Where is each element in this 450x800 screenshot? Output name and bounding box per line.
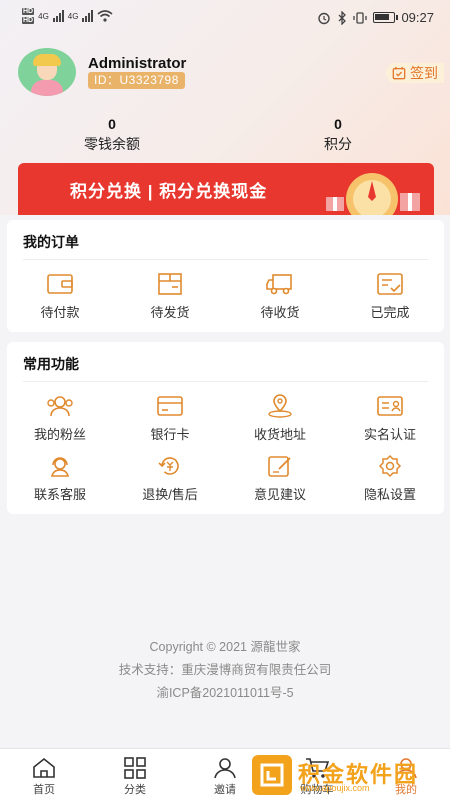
settings-icon xyxy=(378,454,402,478)
order-pending-receipt[interactable]: 待收货 xyxy=(230,272,330,321)
points-value: 0 xyxy=(334,116,342,132)
divider xyxy=(23,259,428,260)
truck-icon xyxy=(266,274,292,295)
icp-text[interactable]: 渝ICP备2021011011号-5 xyxy=(0,682,450,701)
points-stat[interactable]: 0 积分 xyxy=(278,116,398,154)
gift-wheel-icon xyxy=(326,173,420,215)
signal-icon xyxy=(82,10,94,22)
function-label: 联系客服 xyxy=(33,487,86,502)
tab-home[interactable]: 首页 xyxy=(14,757,74,797)
network-type: 4G xyxy=(67,11,79,21)
hd-badge: HD xyxy=(22,8,35,15)
order-label: 待收货 xyxy=(260,305,300,320)
function-bank-card[interactable]: 银行卡 xyxy=(120,394,220,443)
function-label: 隐私设置 xyxy=(363,487,416,502)
clock: 09:27 xyxy=(401,10,434,25)
watermark-logo-icon xyxy=(260,763,284,787)
wifi-icon xyxy=(97,10,113,22)
signin-button[interactable]: 签到 xyxy=(386,63,444,83)
function-address[interactable]: 收货地址 xyxy=(230,394,330,443)
bank-card-icon xyxy=(157,396,183,416)
invite-icon xyxy=(214,758,236,779)
wallet-icon xyxy=(47,274,73,294)
functions-title: 常用功能 xyxy=(23,356,79,372)
order-pending-shipment[interactable]: 待发货 xyxy=(120,272,220,321)
tab-label: 分类 xyxy=(124,784,146,796)
balance-label: 零钱余额 xyxy=(84,136,140,152)
fans-icon xyxy=(47,396,73,417)
points-exchange-banner[interactable]: 积分兑换 | 积分兑换现金 xyxy=(18,163,434,215)
function-label: 银行卡 xyxy=(150,427,190,442)
orders-card: 我的订单 待付款 待发货 待收货 已完成 xyxy=(7,220,444,332)
network-type: 4G xyxy=(38,11,49,21)
box-icon xyxy=(158,273,182,295)
divider xyxy=(23,381,428,382)
feedback-icon xyxy=(268,456,291,477)
customer-service-icon xyxy=(50,457,70,477)
order-label: 待付款 xyxy=(40,305,80,320)
order-label: 已完成 xyxy=(370,305,410,320)
banner-text: 积分兑换 | 积分兑换现金 xyxy=(70,182,268,201)
hd-badge: HD xyxy=(22,17,35,24)
signin-label: 签到 xyxy=(410,65,438,81)
function-feedback[interactable]: 意见建议 xyxy=(230,454,330,503)
watermark-logo xyxy=(252,755,292,795)
avatar[interactable] xyxy=(18,48,76,96)
watermark: 积金软件园 www.apoujix.com xyxy=(252,752,444,798)
home-icon xyxy=(33,757,55,778)
watermark-url: www.apoujix.com xyxy=(300,783,370,793)
function-fans[interactable]: 我的粉丝 xyxy=(10,394,110,443)
order-pending-payment[interactable]: 待付款 xyxy=(10,272,110,321)
status-bar: HD HD 4G 4G 09:27 xyxy=(0,0,450,36)
tab-invite[interactable]: 邀请 xyxy=(195,757,255,797)
battery-icon xyxy=(373,12,399,23)
hd-badges: HD HD xyxy=(22,8,35,24)
tab-label: 邀请 xyxy=(214,784,236,796)
status-left: HD HD 4G 4G xyxy=(22,8,113,24)
balance-value: 0 xyxy=(108,116,116,132)
orders-title: 我的订单 xyxy=(23,234,79,250)
status-right: 09:27 xyxy=(317,10,434,25)
username: Administrator xyxy=(88,55,187,72)
avatar-body xyxy=(31,80,63,96)
function-refund[interactable]: 退换/售后 xyxy=(120,454,220,503)
bluetooth-icon xyxy=(338,10,347,25)
signal-icon xyxy=(52,10,64,22)
refund-icon xyxy=(158,457,179,475)
calendar-check-icon xyxy=(392,66,406,80)
function-label: 收货地址 xyxy=(253,427,306,442)
copyright-text: Copyright © 2021 源龍世家 xyxy=(149,640,301,654)
tab-label: 首页 xyxy=(33,784,55,796)
order-label: 待发货 xyxy=(150,305,190,320)
balance-stat[interactable]: 0 零钱余额 xyxy=(52,116,172,154)
function-real-name[interactable]: 实名认证 xyxy=(340,394,440,443)
tech-support-text: 技术支持：重庆漫博商贸有限责任公司 xyxy=(118,663,332,677)
category-icon xyxy=(124,757,146,779)
user-id-badge: ID：U3323798 xyxy=(88,72,185,89)
function-customer-service[interactable]: 联系客服 xyxy=(10,454,110,503)
functions-card: 常用功能 我的粉丝 银行卡 收货地址 实名认证 联系客服 退换/售后 意见建议 … xyxy=(7,342,444,514)
alarm-icon xyxy=(318,12,331,24)
avatar-hair xyxy=(33,54,61,66)
tab-category[interactable]: 分类 xyxy=(105,757,165,797)
function-label: 退换/售后 xyxy=(142,487,198,502)
points-label: 积分 xyxy=(324,136,352,152)
function-label: 实名认证 xyxy=(363,427,416,442)
vibrate-icon xyxy=(353,11,368,24)
function-label: 我的粉丝 xyxy=(33,427,86,442)
function-label: 意见建议 xyxy=(253,487,306,502)
id-card-icon xyxy=(377,396,403,416)
completed-icon xyxy=(377,273,403,295)
location-icon xyxy=(268,394,292,418)
function-privacy[interactable]: 隐私设置 xyxy=(340,454,440,503)
order-completed[interactable]: 已完成 xyxy=(340,272,440,321)
